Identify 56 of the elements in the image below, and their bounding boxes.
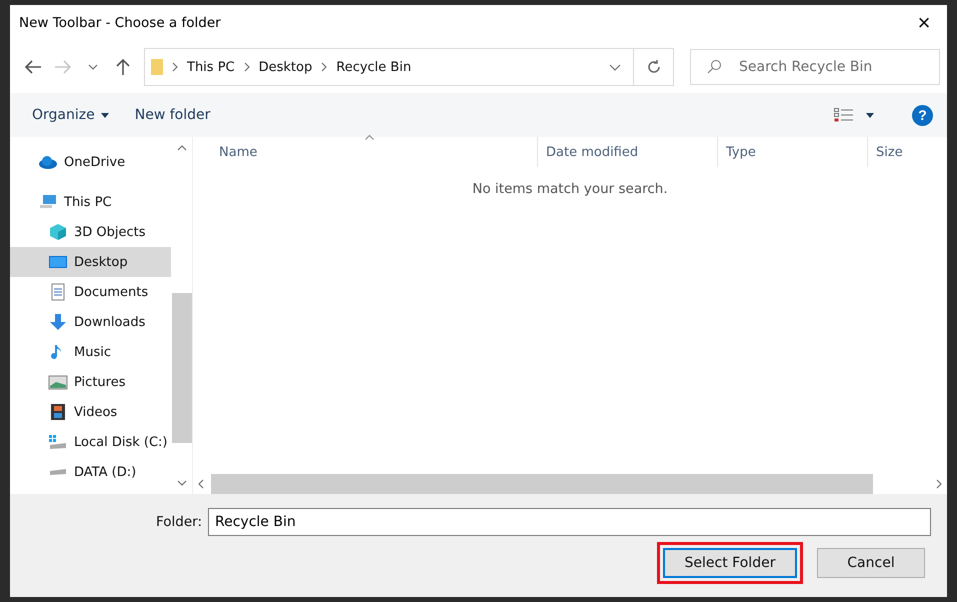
scroll-up-icon[interactable] bbox=[176, 145, 186, 151]
search-icon bbox=[706, 59, 722, 75]
film-icon bbox=[48, 403, 68, 421]
column-header[interactable]: Date modified bbox=[537, 137, 717, 167]
tree-item[interactable]: Local Disk (C:) bbox=[10, 427, 171, 457]
picture-icon bbox=[48, 373, 68, 391]
new-folder-button[interactable]: New folder bbox=[128, 103, 216, 127]
tree-item[interactable]: Desktop bbox=[10, 247, 171, 277]
scroll-left-icon[interactable] bbox=[197, 479, 205, 489]
right-arrow-icon bbox=[54, 60, 72, 74]
tree-item[interactable]: Pictures bbox=[10, 367, 171, 397]
up-arrow-icon bbox=[116, 58, 130, 76]
sort-caret-icon bbox=[365, 135, 374, 140]
scroll-down-icon[interactable] bbox=[176, 480, 186, 486]
computer-icon bbox=[38, 193, 58, 211]
column-header[interactable]: Type bbox=[717, 137, 867, 167]
cube-icon bbox=[48, 223, 68, 241]
chevron-down-icon bbox=[609, 64, 621, 70]
drive-icon bbox=[48, 468, 68, 476]
chevron-right-icon bbox=[242, 62, 251, 72]
tree-item[interactable]: Documents bbox=[10, 277, 171, 307]
drive-icon bbox=[48, 433, 68, 451]
breadcrumb-item[interactable]: Desktop bbox=[258, 60, 312, 74]
monitor-icon bbox=[48, 253, 68, 271]
empty-message: No items match your search. bbox=[472, 181, 668, 197]
chevron-down-icon bbox=[88, 64, 98, 70]
tree-item[interactable]: This PC bbox=[10, 187, 171, 217]
column-header[interactable]: Name bbox=[193, 137, 537, 167]
tree-item[interactable]: Downloads bbox=[10, 307, 171, 337]
caret-down-icon bbox=[100, 112, 109, 118]
column-header[interactable]: Size bbox=[867, 137, 947, 167]
folder-label: Folder: bbox=[156, 514, 202, 530]
folder-field[interactable]: Recycle Bin bbox=[208, 508, 931, 536]
chevron-right-icon bbox=[320, 62, 328, 72]
organize-menu[interactable]: Organize bbox=[26, 103, 115, 127]
address-bar[interactable]: This PC Desktop Recycle Bin bbox=[144, 48, 674, 86]
window-title: New Toolbar - Choose a folder bbox=[19, 15, 221, 31]
refresh-icon bbox=[646, 59, 662, 75]
breadcrumb-item[interactable]: This PC bbox=[187, 60, 235, 74]
tree-item[interactable]: DATA (D:) bbox=[10, 457, 171, 487]
scroll-right-icon[interactable] bbox=[935, 479, 943, 489]
tree-item[interactable]: Music bbox=[10, 337, 171, 367]
tree-item[interactable]: 3D Objects bbox=[10, 217, 171, 247]
dialog-button[interactable]: Select Folder bbox=[663, 548, 797, 578]
cloud-icon bbox=[38, 153, 58, 171]
chevron-right-icon bbox=[171, 62, 179, 72]
help-button[interactable]: ? bbox=[912, 104, 933, 126]
left-arrow-icon bbox=[24, 60, 42, 74]
dialog-button[interactable]: Cancel bbox=[817, 548, 925, 578]
down-arrow-icon bbox=[48, 313, 68, 331]
close-button[interactable]: × bbox=[901, 5, 947, 41]
breadcrumb-item[interactable]: Recycle Bin bbox=[336, 60, 412, 74]
tree-item[interactable]: Videos bbox=[10, 397, 171, 427]
tree-item[interactable]: OneDrive bbox=[10, 147, 171, 177]
search-field[interactable]: Search Recycle Bin bbox=[690, 49, 940, 85]
folder-icon bbox=[151, 59, 163, 75]
